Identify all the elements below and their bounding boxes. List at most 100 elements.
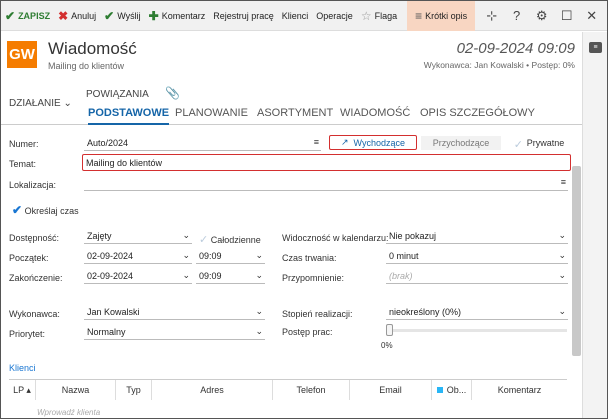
column-header-ob[interactable]: Ob...	[432, 380, 472, 400]
checkbox-icon: ✓	[513, 139, 523, 151]
duration-select[interactable]: 0 minut ⌄	[386, 250, 568, 264]
outgoing-button[interactable]: ↗ Wychodzące	[329, 135, 417, 150]
checkbox-checked-icon: ✔	[12, 203, 23, 217]
send-button[interactable]: ✔ Wyślij	[100, 1, 144, 31]
subject-field[interactable]: Mailing do klientów	[82, 154, 571, 171]
column-header-type[interactable]: Typ	[116, 380, 152, 400]
scrollbar[interactable]	[572, 166, 581, 356]
progress-label: Postęp prac:	[282, 327, 333, 337]
all-day-checkbox[interactable]: ✓ Całodzienne	[199, 233, 261, 246]
specify-time-checkbox[interactable]: ✔ Określaj czas	[12, 203, 79, 217]
color-marker-icon	[436, 387, 443, 393]
page-title: Wiadomość	[48, 39, 137, 58]
chevron-down-icon: ⌄	[255, 306, 263, 316]
location-field[interactable]: ≡	[84, 177, 568, 191]
chat-icon[interactable]: ≡	[589, 42, 602, 53]
chevron-down-icon: ⌄	[558, 306, 566, 316]
incoming-button[interactable]: Przychodzące	[421, 136, 501, 150]
end-label: Zakończenie:	[9, 273, 63, 283]
tab-links[interactable]: POWIĄZANIA	[86, 89, 149, 100]
window: ✔ ZAPISZ ✖ Anuluj ✔ Wyślij ✚ Komentarz R…	[0, 0, 608, 419]
toolbar-icons: ⊹ ? ⚙ ☐ ✕	[479, 1, 604, 31]
duration-label: Czas trwania:	[282, 253, 337, 263]
subject-label: Temat:	[9, 159, 37, 169]
gear-icon[interactable]: ⚙	[529, 1, 554, 31]
operations-button[interactable]: Operacje	[312, 1, 357, 31]
column-header-phone[interactable]: Telefon	[273, 380, 350, 400]
calendar-visibility-label: Widoczność w kalendarzu:	[282, 233, 389, 243]
clients-button[interactable]: Klienci	[278, 1, 313, 31]
star-icon: ☆	[360, 8, 372, 23]
number-label: Numer:	[9, 139, 39, 149]
tab-assortment[interactable]: ASORTYMENT	[257, 107, 333, 119]
column-header-comment[interactable]: Komentarz	[472, 380, 567, 400]
reminder-label: Przypomnienie:	[282, 273, 345, 283]
comment-button[interactable]: ✚ Komentarz	[145, 1, 210, 31]
arrow-out-icon: ↗	[341, 137, 349, 147]
progress-slider-handle[interactable]	[386, 324, 393, 336]
short-description-button[interactable]: ≡ Krótki opis	[407, 1, 476, 31]
tab-planning[interactable]: PLANOWANIE	[175, 107, 248, 119]
checkbox-icon: ✓	[199, 234, 209, 246]
tab-details[interactable]: OPIS SZCZEGÓŁOWY	[420, 107, 535, 119]
close-icon: ✖	[58, 8, 69, 23]
action-menu[interactable]: DZIAŁANIE ⌄	[9, 98, 72, 109]
toolbar: ✔ ZAPISZ ✖ Anuluj ✔ Wyślij ✚ Komentarz R…	[1, 1, 607, 31]
calendar-visibility-select[interactable]: Nie pokazuj ⌄	[386, 230, 568, 244]
maximize-icon[interactable]: ☐	[554, 1, 579, 31]
progress-slider-track[interactable]	[388, 329, 567, 332]
menu-icon: ≡	[560, 177, 566, 187]
column-header-address[interactable]: Adres	[152, 380, 273, 400]
start-label: Początek:	[9, 253, 49, 263]
help-icon[interactable]: ?	[504, 1, 529, 31]
chevron-down-icon: ⌄	[63, 98, 72, 109]
page-subtitle: Mailing do klientów	[48, 61, 125, 71]
completion-select[interactable]: nieokreślony (0%) ⌄	[386, 306, 568, 320]
clients-section-title: Klienci	[9, 363, 36, 373]
save-button[interactable]: ✔ ZAPISZ	[1, 1, 54, 31]
chevron-down-icon: ⌄	[558, 250, 566, 260]
avatar: GW	[7, 41, 37, 68]
chevron-down-icon: ⌄	[255, 270, 263, 280]
location-label: Lokalizacja:	[9, 180, 57, 190]
chevron-down-icon: ⌄	[558, 270, 566, 280]
add-link-icon[interactable]: ⊹	[479, 1, 504, 31]
log-work-button[interactable]: Rejestruj pracę	[209, 1, 278, 31]
check-icon: ✔	[104, 8, 115, 23]
reminder-select[interactable]: (brak) ⌄	[386, 270, 568, 284]
flag-button[interactable]: ☆ Flaga	[357, 1, 401, 31]
clients-grid: LP ▴ Nazwa Typ Adres Telefon Email Ob...…	[9, 379, 567, 418]
number-field[interactable]: Auto/2024 ≡	[84, 137, 321, 151]
column-header-email[interactable]: Email	[350, 380, 432, 400]
chevron-down-icon: ⌄	[255, 326, 263, 336]
paperclip-icon[interactable]: 📎	[165, 86, 180, 100]
end-time-field[interactable]: 09:09 ⌄	[196, 270, 265, 284]
executor-select[interactable]: Jan Kowalski ⌄	[84, 306, 265, 320]
side-panel: ≡	[582, 32, 607, 418]
menu-icon: ≡	[415, 8, 423, 23]
availability-select[interactable]: Zajęty ⌄	[84, 230, 192, 244]
start-time-field[interactable]: 09:09 ⌄	[196, 250, 265, 264]
tab-message[interactable]: WIADOMOŚĆ	[340, 107, 410, 119]
tab-bar: DZIAŁANIE ⌄ POWIĄZANIA 📎 PODSTAWOWE PLAN…	[1, 81, 582, 125]
record-header: GW Wiadomość Mailing do klientów 02-09-2…	[1, 32, 581, 78]
column-header-name[interactable]: Nazwa	[36, 380, 116, 400]
chevron-down-icon: ⌄	[182, 270, 190, 280]
priority-select[interactable]: Normalny ⌄	[84, 326, 265, 340]
completion-label: Stopień realizacji:	[282, 309, 353, 319]
chevron-down-icon: ⌄	[255, 250, 263, 260]
menu-icon: ≡	[313, 137, 319, 147]
check-icon: ✔	[5, 8, 16, 23]
private-checkbox[interactable]: ✓ Prywatne	[510, 136, 568, 151]
new-client-input[interactable]: Wprowadź klienta	[37, 408, 100, 417]
availability-label: Dostępność:	[9, 233, 60, 243]
cancel-button[interactable]: ✖ Anuluj	[54, 1, 100, 31]
end-date-field[interactable]: 02-09-2024 ⌄	[84, 270, 192, 284]
close-icon[interactable]: ✕	[579, 1, 604, 31]
column-header-lp[interactable]: LP ▴	[9, 380, 36, 400]
chevron-down-icon: ⌄	[182, 230, 190, 240]
start-date-field[interactable]: 02-09-2024 ⌄	[84, 250, 192, 264]
progress-value: 0%	[381, 341, 393, 350]
tab-basic[interactable]: PODSTAWOWE	[88, 107, 170, 125]
plus-icon: ✚	[148, 8, 159, 23]
